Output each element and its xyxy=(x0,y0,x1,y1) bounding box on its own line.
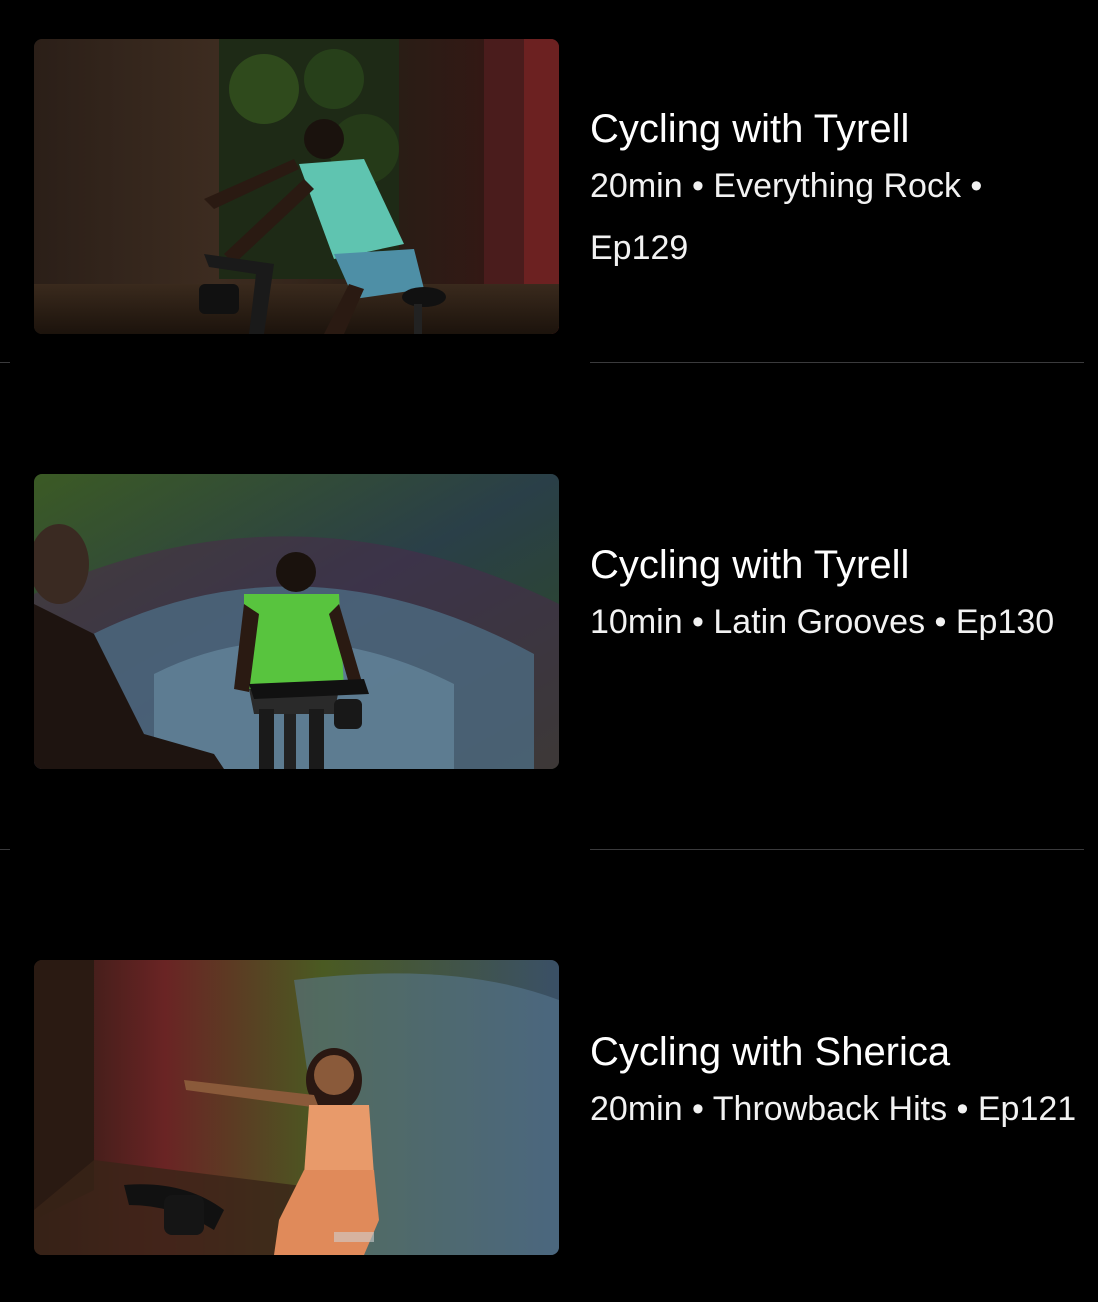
workout-info: Cycling with Sherica 20min • Throwback H… xyxy=(590,1028,1090,1140)
workout-row-1[interactable]: Cycling with Tyrell 20min • Everything R… xyxy=(0,0,1098,363)
workout-title: Cycling with Tyrell xyxy=(590,543,910,587)
workout-title: Cycling with Sherica xyxy=(590,1030,951,1074)
workout-row-3[interactable]: Cycling with Sherica 20min • Throwback H… xyxy=(0,850,1098,1302)
workout-row-2[interactable]: Cycling with Tyrell 10min • Latin Groove… xyxy=(0,363,1098,849)
workout-info: Cycling with Tyrell 10min • Latin Groove… xyxy=(590,541,1090,653)
workout-title: Cycling with Tyrell xyxy=(590,107,910,151)
cycling-instructor-image xyxy=(34,39,559,334)
workout-meta: 10min • Latin Grooves • Ep130 xyxy=(590,603,1055,641)
cycling-instructor-image xyxy=(34,474,559,769)
workout-thumbnail[interactable] xyxy=(34,474,559,769)
workout-meta: 20min • Everything Rock • Ep129 xyxy=(590,167,983,267)
cycling-instructor-image xyxy=(34,960,559,1255)
workout-meta: 20min • Throwback Hits • Ep121 xyxy=(590,1090,1077,1128)
workout-thumbnail[interactable] xyxy=(34,960,559,1255)
workout-info: Cycling with Tyrell 20min • Everything R… xyxy=(590,105,1090,279)
workout-thumbnail[interactable] xyxy=(34,39,559,334)
